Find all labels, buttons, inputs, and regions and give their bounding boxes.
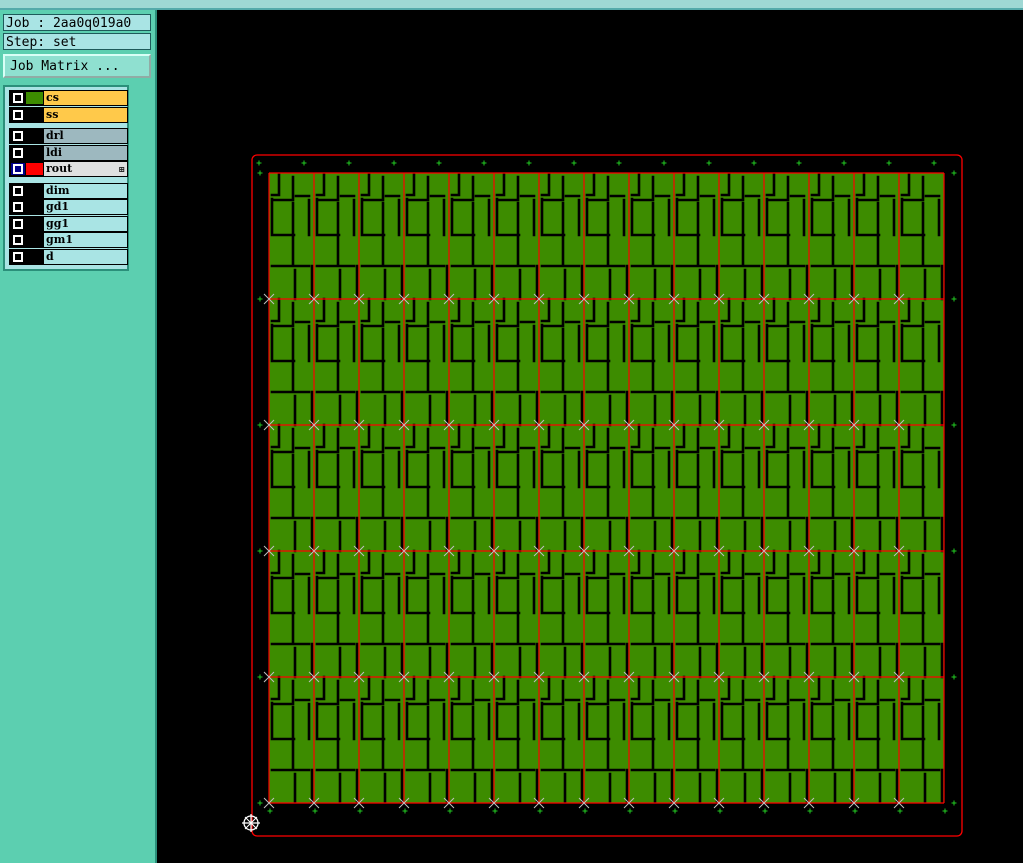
checkbox-icon[interactable] <box>11 92 25 104</box>
layer-name: rout ⊞ <box>44 162 127 176</box>
fiducial-mark <box>526 160 532 166</box>
checkbox-icon[interactable] <box>11 163 25 175</box>
fiducial-mark <box>447 808 453 814</box>
layer-name: gg1 <box>44 216 127 231</box>
layer-name: dim <box>44 183 127 198</box>
layer-color-swatch <box>26 234 43 246</box>
fiducial-mark <box>537 808 543 814</box>
checkbox-icon[interactable] <box>11 108 25 121</box>
fiducial-mark <box>661 160 667 166</box>
fiducial-mark <box>571 160 577 166</box>
layer-row-d[interactable]: d <box>9 248 128 265</box>
active-layer-marker-icon: ⊞ <box>118 164 125 174</box>
fiducial-mark <box>951 170 957 176</box>
fiducial-mark <box>301 160 307 166</box>
fiducial-mark <box>481 160 487 166</box>
layer-color-swatch <box>26 92 43 104</box>
fiducial-mark <box>346 160 352 166</box>
graphics-canvas[interactable] <box>158 10 1023 863</box>
layer-name: gm1 <box>44 233 127 247</box>
fiducial-mark <box>582 808 588 814</box>
layer-list: cs ss drl ldi rout ⊞ dim gd1 gg1 gm1 d <box>3 85 129 271</box>
layer-color-swatch <box>26 146 43 159</box>
fiducial-mark <box>257 800 263 806</box>
layer-color-swatch <box>26 217 43 230</box>
fiducial-mark <box>762 808 768 814</box>
fiducial-mark <box>256 160 262 166</box>
checkbox-icon[interactable] <box>11 234 25 246</box>
fiducial-mark <box>841 160 847 166</box>
step-label: Step: set <box>3 33 151 50</box>
layer-color-swatch <box>26 108 43 121</box>
fiducial-mark <box>951 674 957 680</box>
fiducial-mark <box>796 160 802 166</box>
fiducial-mark <box>897 808 903 814</box>
fiducial-mark <box>717 808 723 814</box>
fiducial-mark <box>616 160 622 166</box>
crosshair-origin-icon <box>242 814 260 832</box>
checkbox-icon[interactable] <box>11 146 25 159</box>
checkbox-icon[interactable] <box>11 201 25 213</box>
fiducial-mark <box>951 548 957 554</box>
fiducial-mark <box>951 422 957 428</box>
layer-color-swatch <box>26 250 43 263</box>
checkbox-icon[interactable] <box>11 250 25 263</box>
fiducial-mark <box>931 160 937 166</box>
fiducial-mark <box>257 296 263 302</box>
fiducial-mark <box>751 160 757 166</box>
layer-color-swatch <box>26 201 43 213</box>
fiducial-mark <box>672 808 678 814</box>
fiducial-mark <box>492 808 498 814</box>
layer-name: ss <box>44 107 127 122</box>
fiducial-mark <box>886 160 892 166</box>
fiducial-mark <box>706 160 712 166</box>
layer-name: d <box>44 249 127 264</box>
layer-name: drl <box>44 129 127 143</box>
fiducial-mark <box>257 674 263 680</box>
layer-row-ss[interactable]: ss <box>9 106 128 123</box>
layer-name: cs <box>44 91 127 105</box>
layer-row-gd1[interactable]: gd1 <box>9 199 128 215</box>
panel-board <box>251 154 963 837</box>
fiducial-mark <box>312 808 318 814</box>
layer-row-dim[interactable]: dim <box>9 182 128 199</box>
checkbox-icon[interactable] <box>11 184 25 197</box>
layer-row-gg1[interactable]: gg1 <box>9 215 128 232</box>
fiducial-mark <box>257 170 263 176</box>
layer-color-swatch <box>26 184 43 197</box>
job-matrix-button[interactable]: Job Matrix ... <box>3 54 151 78</box>
layer-row-cs[interactable]: cs <box>9 90 128 106</box>
fiducial-mark <box>852 808 858 814</box>
job-label: Job : 2aa0q019a0 <box>3 14 151 31</box>
fiducial-mark <box>257 548 263 554</box>
fiducial-mark <box>627 808 633 814</box>
fiducial-mark <box>436 160 442 166</box>
fiducial-mark <box>942 808 948 814</box>
fiducial-mark <box>807 808 813 814</box>
layer-name: ldi <box>44 145 127 160</box>
layer-color-swatch <box>26 163 43 175</box>
layer-row-rout[interactable]: rout ⊞ <box>9 161 128 177</box>
fiducial-mark <box>951 296 957 302</box>
sidebar: Job : 2aa0q019a0 Step: set Job Matrix ..… <box>0 10 157 863</box>
fiducial-mark <box>402 808 408 814</box>
fiducial-mark <box>257 422 263 428</box>
layer-row-ldi[interactable]: ldi <box>9 144 128 161</box>
top-toolbar <box>0 0 1023 10</box>
layer-color-swatch <box>26 130 43 142</box>
layer-row-drl[interactable]: drl <box>9 128 128 144</box>
fiducial-mark <box>267 808 273 814</box>
checkbox-icon[interactable] <box>11 217 25 230</box>
fiducial-mark <box>357 808 363 814</box>
layer-row-gm1[interactable]: gm1 <box>9 232 128 248</box>
layer-name: gd1 <box>44 200 127 214</box>
fiducial-mark <box>951 800 957 806</box>
checkbox-icon[interactable] <box>11 130 25 142</box>
fiducial-mark <box>391 160 397 166</box>
